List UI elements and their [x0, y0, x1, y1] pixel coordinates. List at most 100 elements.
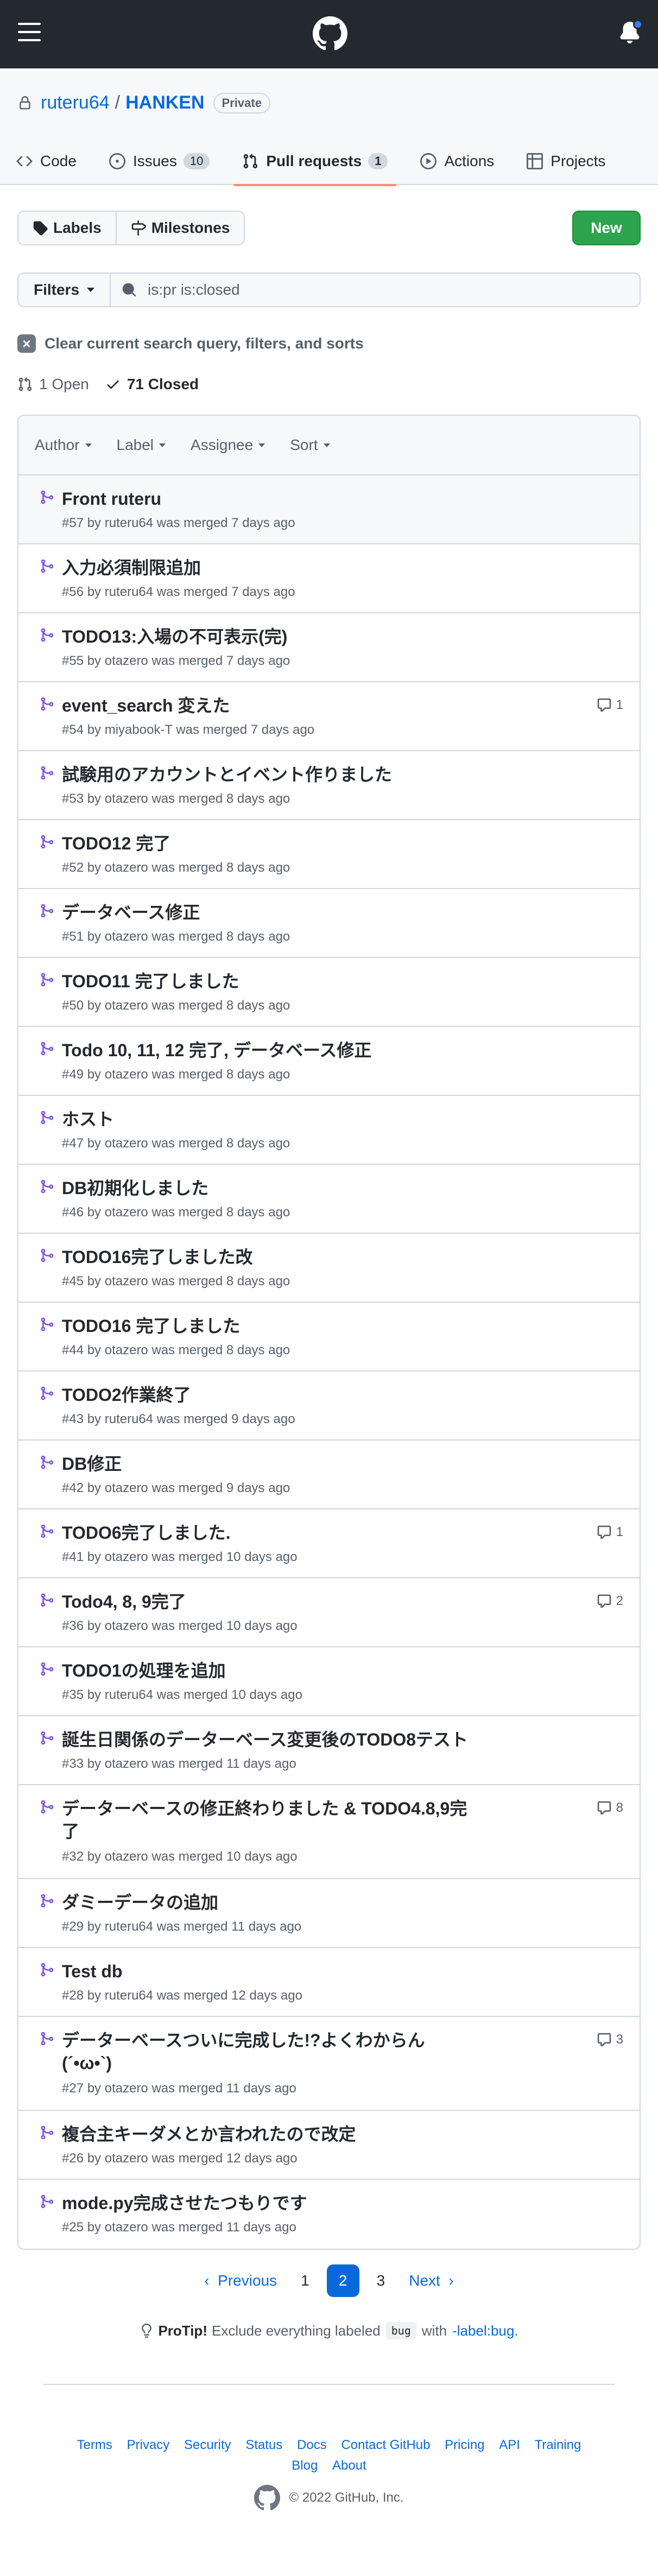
footer-link-contact[interactable]: Contact GitHub [341, 2438, 430, 2452]
pull-requests-count-badge: 1 [368, 153, 388, 169]
pull-request-row[interactable]: ダミーデータの追加 #29 by ruteru64 was merged 11 d… [18, 1879, 640, 1948]
previous-page-link[interactable]: ‹ Previous [192, 2264, 289, 2297]
protip-link[interactable]: -label:bug. [452, 2323, 518, 2339]
pull-request-title[interactable]: event_search 変えた [62, 694, 474, 717]
pull-request-title[interactable]: TODO1の処理を追加 [62, 1659, 474, 1682]
pull-request-title[interactable]: TODO13:入場の不可表示(完) [62, 625, 474, 648]
previous-label: Previous [218, 2272, 277, 2289]
pull-request-title[interactable]: 複合主キーダメとか言われたので改定 [62, 2123, 474, 2146]
filters-dropdown[interactable]: Filters [17, 272, 111, 307]
pull-request-title[interactable]: Test db [62, 1960, 474, 1983]
tab-projects[interactable]: Projects [510, 137, 622, 185]
github-logo-icon[interactable] [313, 16, 347, 51]
footer-link-api[interactable]: API [499, 2438, 520, 2452]
pull-request-row[interactable]: 誕生日関係のデーターベース変更後のTODO8テスト #33 by otazero … [18, 1716, 640, 1785]
pull-request-row[interactable]: TODO12 完了 #52 by otazero was merged 8 day… [18, 820, 640, 889]
assignee-dropdown[interactable]: Assignee [191, 436, 265, 454]
pull-request-title[interactable]: ダミーデータの追加 [62, 1891, 474, 1914]
closed-filter-link[interactable]: 71 Closed [105, 376, 199, 393]
pull-request-row[interactable]: mode.py完成させたつもりです #25 by otazero was merg… [18, 2180, 640, 2249]
sort-dropdown[interactable]: Sort [290, 436, 330, 454]
pull-request-title[interactable]: データベース修正 [62, 901, 474, 924]
footer-link-about[interactable]: About [332, 2458, 366, 2473]
comment-count-link[interactable]: 1 [597, 1525, 623, 1540]
pull-request-title[interactable]: TODO16完了しました改 [62, 1246, 474, 1268]
pull-request-row[interactable]: Todo 10, 11, 12 完了, データベース修正 #49 by otaze… [18, 1027, 640, 1096]
pull-request-row[interactable]: データベース修正 #51 by otazero was merged 8 days… [18, 889, 640, 958]
pull-request-row[interactable]: 入力必須制限追加 #56 by ruteru64 was merged 7 day… [18, 544, 640, 613]
hamburger-menu-icon[interactable] [18, 23, 41, 41]
labels-button[interactable]: Labels [18, 212, 116, 244]
pull-request-title[interactable]: TODO6完了しました. [62, 1521, 474, 1544]
footer-link-security[interactable]: Security [184, 2438, 231, 2452]
pull-request-title[interactable]: TODO2作業終了 [62, 1384, 474, 1406]
pull-request-row[interactable]: Front ruteru #57 by ruteru64 was merged 7… [18, 475, 640, 544]
footer-link-training[interactable]: Training [535, 2438, 581, 2452]
pull-request-title[interactable]: 誕生日関係のデーターベース変更後のTODO8テスト [62, 1728, 474, 1751]
labels-milestones-group: Labels Milestones [17, 211, 245, 245]
footer-link-docs[interactable]: Docs [297, 2438, 327, 2452]
pull-request-row[interactable]: Todo4, 8, 9完了 #36 by otazero was merged 1… [18, 1578, 640, 1647]
pull-request-title[interactable]: データーベースの修正終わりました & TODO4.8,9完了 [62, 1797, 474, 1843]
clear-filters-link[interactable]: × Clear current search query, filters, a… [17, 334, 364, 353]
comment-count-link[interactable]: 2 [597, 1594, 623, 1609]
visibility-badge: Private [213, 92, 270, 113]
pull-request-row[interactable]: DB修正 #42 by otazero was merged 9 days ago [18, 1441, 640, 1509]
pull-request-row[interactable]: Test db #28 by ruteru64 was merged 12 day… [18, 1948, 640, 2017]
footer-link-blog[interactable]: Blog [292, 2458, 318, 2473]
pull-request-title[interactable]: TODO16 完了しました [62, 1315, 474, 1337]
pull-request-title[interactable]: Todo4, 8, 9完了 [62, 1590, 474, 1613]
pull-request-title[interactable]: ホスト [62, 1108, 474, 1131]
pull-request-title[interactable]: DB初期化しました [62, 1177, 474, 1200]
pull-request-title[interactable]: TODO12 完了 [62, 832, 474, 855]
page-1-link[interactable]: 1 [289, 2264, 321, 2297]
repo-owner-link[interactable]: ruteru64 [41, 92, 110, 113]
pull-request-row[interactable]: TODO6完了しました. #41 by otazero was merged 10… [18, 1509, 640, 1578]
pull-request-row[interactable]: TODO16完了しました改 #45 by otazero was merged 8… [18, 1234, 640, 1303]
pull-request-row[interactable]: 複合主キーダメとか言われたので改定 #26 by otazero was merg… [18, 2111, 640, 2180]
footer-link-privacy[interactable]: Privacy [127, 2438, 170, 2452]
github-mark-icon[interactable] [254, 2485, 281, 2511]
pull-request-row[interactable]: データーベースついに完成した!?よくわからん(´•ω•`) #27 by otaz… [18, 2017, 640, 2111]
repo-name-link[interactable]: HANKEN [125, 92, 204, 113]
pull-request-row[interactable]: TODO11 完了しました #50 by otazero was merged 8… [18, 958, 640, 1027]
author-dropdown[interactable]: Author [35, 436, 92, 454]
milestones-button[interactable]: Milestones [115, 212, 244, 244]
comment-count-link[interactable]: 8 [597, 1800, 623, 1816]
pull-request-title[interactable]: 入力必須制限追加 [62, 556, 474, 579]
pull-request-title[interactable]: Todo 10, 11, 12 完了, データベース修正 [62, 1039, 474, 1062]
pull-request-row[interactable]: 試験用のアカウントとイベント作りました #53 by otazero was me… [18, 751, 640, 820]
pull-request-title[interactable]: DB修正 [62, 1452, 474, 1475]
pull-request-row[interactable]: event_search 変えた #54 by miyabook-T was me… [18, 682, 640, 751]
pull-request-title[interactable]: mode.py完成させたつもりです [62, 2192, 474, 2215]
merged-pull-request-icon [39, 1799, 54, 1814]
comment-count-link[interactable]: 1 [597, 697, 623, 713]
comment-count: 1 [616, 1525, 623, 1539]
pull-request-row[interactable]: TODO16 完了しました #44 by otazero was merged 8… [18, 1303, 640, 1372]
page-3-link[interactable]: 3 [365, 2264, 397, 2297]
tab-issues[interactable]: Issues 10 [93, 137, 226, 185]
tab-actions[interactable]: Actions [404, 137, 510, 185]
pull-request-row[interactable]: TODO13:入場の不可表示(完) #55 by otazero was merg… [18, 613, 640, 682]
tab-code[interactable]: Code [0, 137, 93, 185]
pull-request-title[interactable]: データーベースついに完成した!?よくわからん(´•ω•`) [62, 2029, 474, 2074]
pull-request-title[interactable]: TODO11 完了しました [62, 970, 474, 993]
open-filter-link[interactable]: 1 Open [17, 376, 89, 393]
pull-request-title[interactable]: Front ruteru [62, 487, 474, 510]
tab-pull-requests[interactable]: Pull requests 1 [226, 137, 404, 186]
footer-link-pricing[interactable]: Pricing [445, 2438, 484, 2452]
pull-request-row[interactable]: TODO2作業終了 #43 by ruteru64 was merged 9 da… [18, 1372, 640, 1441]
pull-request-row[interactable]: TODO1の処理を追加 #35 by ruteru64 was merged 10… [18, 1647, 640, 1716]
footer-link-status[interactable]: Status [245, 2438, 282, 2452]
label-dropdown[interactable]: Label [117, 436, 166, 454]
new-pull-request-button[interactable]: New [572, 211, 641, 245]
next-page-link[interactable]: Next › [397, 2264, 465, 2297]
footer-link-terms[interactable]: Terms [77, 2438, 112, 2452]
search-input[interactable]: is:pr is:closed [111, 272, 641, 307]
comment-count-link[interactable]: 3 [597, 2032, 623, 2047]
pull-request-meta: #26 by otazero was merged 12 days ago [62, 2151, 298, 2166]
pull-request-row[interactable]: データーベースの修正終わりました & TODO4.8,9完了 #32 by ota… [18, 1785, 640, 1879]
pull-request-row[interactable]: DB初期化しました #46 by otazero was merged 8 day… [18, 1165, 640, 1234]
pull-request-row[interactable]: ホスト #47 by otazero was merged 8 days ago [18, 1096, 640, 1165]
pull-request-title[interactable]: 試験用のアカウントとイベント作りました [62, 763, 474, 786]
